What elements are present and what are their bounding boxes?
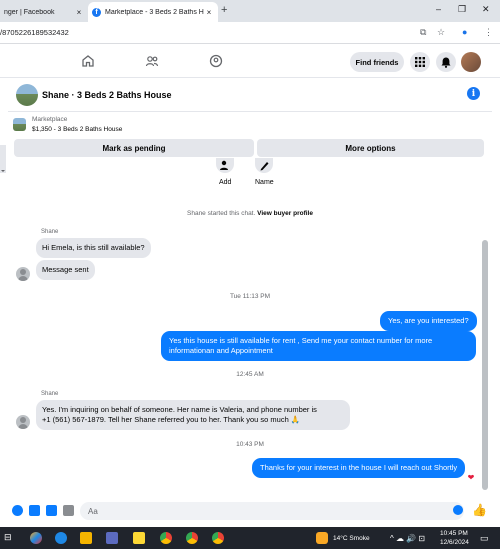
marketplace-listing-bar[interactable]: Marketplace $1,350 - 3 Beds 2 Baths Hous…: [8, 113, 492, 139]
like-icon[interactable]: 👍: [472, 503, 487, 517]
tab-label: nger | Facebook: [4, 8, 55, 16]
emoji-icon[interactable]: [453, 505, 463, 515]
chrome-icon[interactable]: [186, 532, 198, 544]
more-options-button[interactable]: More options: [257, 139, 484, 157]
message-bubble-incoming[interactable]: Hi Emela, is this still available?: [36, 238, 151, 258]
image-icon[interactable]: [29, 505, 40, 516]
name-label: Name: [255, 179, 274, 186]
timestamp: 10:43 PM: [236, 441, 264, 448]
groups-icon[interactable]: [209, 54, 223, 68]
new-tab-button[interactable]: +: [221, 4, 227, 16]
chat-started-text: Shane started this chat.: [187, 210, 256, 217]
file-explorer-icon[interactable]: [80, 532, 92, 544]
address-bar[interactable]: /8705226189532432 ⧉ ☆ ● ⋮: [0, 22, 500, 44]
side-scroll-handle: [0, 145, 6, 173]
menu-button[interactable]: [410, 52, 430, 72]
pencil-icon: [260, 162, 269, 171]
tab-close-icon[interactable]: ×: [74, 8, 84, 17]
tab-marketplace[interactable]: f Marketplace - 3 Beds 2 Baths H ×: [88, 2, 218, 22]
mark-as-pending-button[interactable]: Mark as pending: [14, 139, 254, 157]
scrollbar-thumb[interactable]: [482, 240, 488, 490]
add-contact-button[interactable]: [216, 158, 234, 173]
app-icon[interactable]: [30, 532, 42, 544]
timestamp: 12:45 AM: [236, 371, 264, 378]
system-tray-icons[interactable]: ^ ☁ 🔊 ⊡: [390, 534, 425, 543]
timestamp: Tue 11:13 PM: [229, 293, 271, 300]
sender-avatar[interactable]: [16, 267, 30, 281]
add-label: Add: [219, 179, 232, 186]
task-view-icon[interactable]: ⊟: [4, 532, 16, 544]
grid-menu-icon: [415, 57, 425, 67]
screen: nger | Facebook × f Marketplace - 3 Beds…: [0, 0, 500, 549]
gif-icon[interactable]: [63, 505, 74, 516]
notification-center-icon[interactable]: ▭: [480, 533, 489, 544]
sticker-icon[interactable]: [46, 505, 57, 516]
view-buyer-profile-link[interactable]: View buyer profile: [257, 210, 313, 217]
tab-label: Marketplace - 3 Beds 2 Baths H: [105, 8, 204, 16]
install-app-icon[interactable]: ⧉: [420, 27, 426, 38]
find-friends-button[interactable]: Find friends: [350, 52, 404, 72]
profile-icon[interactable]: ●: [462, 27, 467, 37]
sender-name: Shane: [41, 229, 59, 235]
listing-small-thumbnail: [13, 118, 26, 131]
facebook-header: Find friends: [0, 44, 500, 78]
plus-icon[interactable]: [12, 505, 23, 516]
tab-close-icon[interactable]: ×: [204, 8, 214, 17]
message-bubble-outgoing[interactable]: Yes this house is still available for re…: [161, 331, 476, 361]
weather-icon[interactable]: [316, 532, 328, 544]
app-icon[interactable]: [106, 532, 118, 544]
message-line: Yes this house is still available for re…: [169, 336, 433, 345]
chat-title[interactable]: Shane · 3 Beds 2 Baths House: [42, 90, 172, 100]
message-bubble-incoming[interactable]: Yes. I'm inquiring on behalf of someone.…: [36, 400, 350, 430]
listing-thumbnail[interactable]: [16, 84, 38, 106]
edge-icon[interactable]: [55, 532, 67, 544]
listing-price: $1,350 - 3 Beds 2 Baths House: [32, 126, 123, 133]
windows-taskbar: ⊟ 14°C Smoke ^ ☁ 🔊 ⊡ 10:45 PM 12/6/2024 …: [0, 527, 500, 549]
weather-text[interactable]: 14°C Smoke: [333, 535, 370, 542]
add-person-icon: [220, 160, 228, 170]
clock-time[interactable]: 10:45 PM: [440, 530, 468, 537]
home-icon[interactable]: [81, 54, 95, 68]
message-line: +1 (561) 567-1879. Tell her Shane referr…: [42, 415, 301, 424]
sender-avatar[interactable]: [16, 415, 30, 429]
message-bubble-incoming[interactable]: Message sent: [36, 260, 95, 280]
restore-button[interactable]: ❐: [458, 4, 466, 15]
message-line: Yes. I'm inquiring on behalf of someone.…: [42, 405, 317, 414]
bell-icon: [441, 57, 451, 68]
marketplace-label: Marketplace: [32, 116, 68, 123]
left-scroll-strip: [0, 145, 6, 173]
sender-name: Shane: [41, 391, 59, 397]
message-scrollbar[interactable]: [481, 162, 489, 492]
message-line: informationan and Appointment: [169, 346, 273, 355]
browser-menu-icon[interactable]: ⋮: [484, 27, 493, 38]
chrome-icon[interactable]: [160, 532, 172, 544]
tab-facebook-messenger[interactable]: nger | Facebook ×: [0, 2, 88, 22]
clock-date[interactable]: 12/6/2024: [440, 539, 469, 546]
notifications-button[interactable]: [436, 52, 456, 72]
message-bubble-outgoing[interactable]: Yes, are you interested?: [380, 311, 477, 331]
heart-reaction-icon[interactable]: ❤: [466, 473, 476, 483]
close-window-button[interactable]: ✕: [482, 4, 490, 15]
sticky-notes-icon[interactable]: [133, 532, 145, 544]
minimize-button[interactable]: –: [436, 4, 441, 14]
chat-started-notice: Shane started this chat. View buyer prof…: [0, 210, 500, 217]
message-bubble-outgoing[interactable]: Thanks for your interest in the house I …: [252, 458, 466, 478]
user-avatar[interactable]: [461, 52, 481, 72]
bookmark-star-icon[interactable]: ☆: [437, 27, 445, 38]
friends-icon[interactable]: [145, 54, 159, 68]
url-text[interactable]: /8705226189532432: [0, 28, 69, 37]
browser-tab-bar: nger | Facebook × f Marketplace - 3 Beds…: [0, 0, 500, 22]
info-icon[interactable]: i: [467, 87, 480, 100]
chrome-icon[interactable]: [212, 532, 224, 544]
message-input[interactable]: [80, 502, 464, 520]
chat-header: Shane · 3 Beds 2 Baths House i: [8, 80, 492, 112]
message-input-placeholder: Aa: [88, 507, 98, 516]
edit-name-button[interactable]: [255, 158, 273, 173]
facebook-favicon-icon: f: [92, 7, 101, 17]
